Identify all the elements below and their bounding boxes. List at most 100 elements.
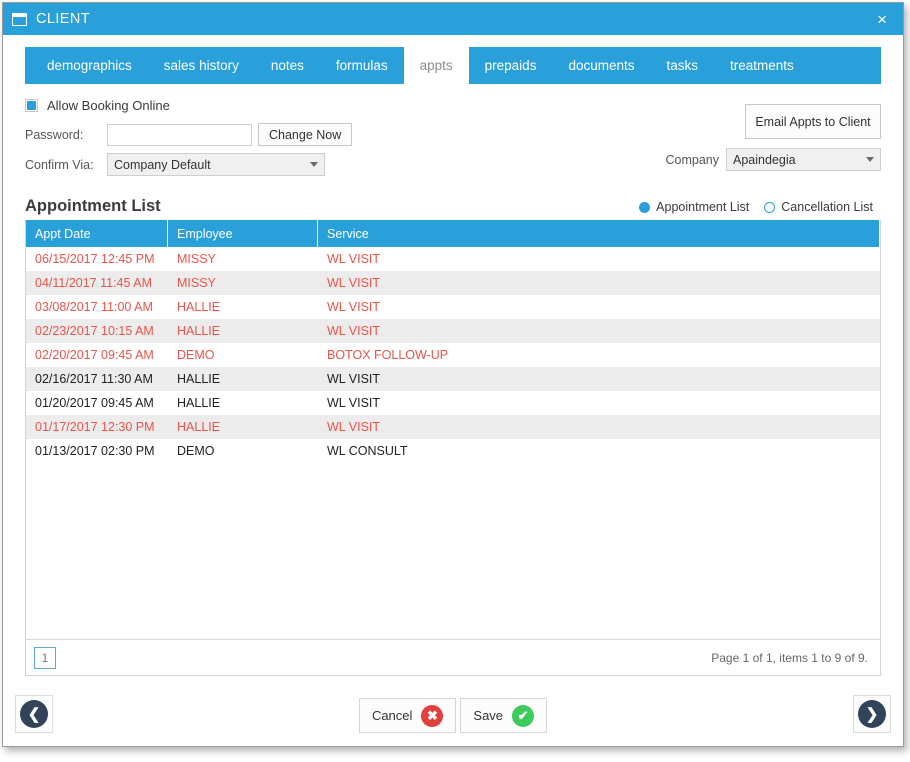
tab-strip: demographics sales history notes formula… bbox=[25, 47, 881, 84]
password-label: Password: bbox=[25, 127, 84, 142]
client-dialog-window: CLIENT × demographics sales history note… bbox=[2, 2, 904, 747]
tab-notes[interactable]: notes bbox=[255, 47, 320, 84]
footer-action-buttons: Cancel ✖ Save ✔ bbox=[3, 698, 903, 733]
table-cell: WL VISIT bbox=[327, 372, 381, 386]
window-icon bbox=[12, 12, 27, 26]
confirm-via-select[interactable]: Company Default bbox=[107, 153, 325, 176]
company-row: Company Apaindegia bbox=[665, 148, 881, 171]
table-cell: WL VISIT bbox=[327, 300, 381, 314]
company-label: Company bbox=[665, 152, 720, 167]
tab-documents[interactable]: documents bbox=[552, 47, 650, 84]
table-row[interactable]: 01/17/2017 12:30 PM HALLIE WL VISIT bbox=[26, 415, 880, 439]
settings-form-right: Email Appts to Client Company Apaindegia bbox=[665, 98, 881, 183]
table-cell: WL VISIT bbox=[327, 324, 381, 338]
allow-booking-row: Allow Booking Online bbox=[25, 98, 445, 113]
settings-form-left: Allow Booking Online Password: Change No… bbox=[25, 98, 445, 183]
table-row[interactable]: 01/13/2017 02:30 PM DEMO WL CONSULT bbox=[26, 439, 880, 463]
table-cell: 06/15/2017 12:45 PM bbox=[35, 252, 155, 266]
chevron-down-icon bbox=[310, 162, 318, 167]
grid-pager: 1 Page 1 of 1, items 1 to 9 of 9. bbox=[26, 639, 880, 675]
allow-booking-checkbox[interactable] bbox=[25, 99, 38, 112]
table-cell: 03/08/2017 11:00 AM bbox=[35, 300, 153, 314]
window-title: CLIENT bbox=[36, 11, 90, 27]
page-number-button[interactable]: 1 bbox=[34, 646, 56, 669]
save-check-icon: ✔ bbox=[512, 704, 535, 727]
dialog-footer: ❮ Cancel ✖ Save ✔ ❯ bbox=[3, 684, 903, 746]
cancel-x-icon: ✖ bbox=[421, 704, 444, 727]
save-button[interactable]: Save ✔ bbox=[460, 698, 548, 733]
table-cell: 04/11/2017 11:45 AM bbox=[35, 276, 152, 290]
cancel-button-label: Cancel bbox=[371, 708, 413, 723]
table-cell: HALLIE bbox=[177, 324, 221, 338]
table-cell: HALLIE bbox=[177, 396, 221, 410]
table-row[interactable]: 02/20/2017 09:45 AM DEMO BOTOX FOLLOW-UP bbox=[26, 343, 880, 367]
table-cell: 01/17/2017 12:30 PM bbox=[35, 420, 155, 434]
table-cell: 02/23/2017 10:15 AM bbox=[35, 324, 154, 338]
confirm-via-label: Confirm Via: bbox=[25, 157, 94, 172]
table-row[interactable]: 06/15/2017 12:45 PM MISSY WL VISIT bbox=[26, 247, 880, 271]
tab-tasks[interactable]: tasks bbox=[651, 47, 715, 84]
table-cell: DEMO bbox=[177, 348, 215, 362]
table-cell: WL VISIT bbox=[327, 252, 381, 266]
company-value: Apaindegia bbox=[733, 152, 796, 167]
checkbox-fill-icon bbox=[27, 101, 36, 110]
radio-cancellation-list-label: Cancellation List bbox=[781, 200, 873, 214]
company-select[interactable]: Apaindegia bbox=[726, 148, 881, 171]
tab-formulas[interactable]: formulas bbox=[320, 47, 404, 84]
table-cell: 02/16/2017 11:30 AM bbox=[35, 372, 153, 386]
table-cell: WL VISIT bbox=[327, 396, 381, 410]
next-record-button[interactable]: ❯ bbox=[853, 695, 891, 733]
table-cell: HALLIE bbox=[177, 300, 221, 314]
confirm-via-value: Company Default bbox=[114, 157, 211, 172]
chevron-right-icon: ❯ bbox=[858, 700, 886, 728]
table-cell: WL VISIT bbox=[327, 276, 381, 290]
table-cell: HALLIE bbox=[177, 420, 221, 434]
column-header-service[interactable]: Service bbox=[318, 220, 880, 247]
confirm-via-row: Confirm Via: Company Default bbox=[25, 153, 445, 176]
chevron-down-icon bbox=[866, 157, 874, 162]
tab-demographics[interactable]: demographics bbox=[31, 47, 148, 84]
column-header-employee[interactable]: Employee bbox=[168, 220, 318, 247]
radio-appointment-list[interactable]: Appointment List bbox=[639, 200, 757, 214]
table-cell: HALLIE bbox=[177, 372, 221, 386]
tab-sales-history[interactable]: sales history bbox=[148, 47, 255, 84]
radio-cancellation-list[interactable]: Cancellation List bbox=[764, 200, 881, 214]
allow-booking-label: Allow Booking Online bbox=[47, 98, 170, 113]
appts-panel: Allow Booking Online Password: Change No… bbox=[3, 84, 903, 684]
email-appts-button[interactable]: Email Appts to Client bbox=[745, 104, 881, 139]
column-header-appt-date[interactable]: Appt Date bbox=[26, 220, 168, 247]
grid-body: 06/15/2017 12:45 PM MISSY WL VISIT 04/11/20… bbox=[26, 247, 880, 639]
tab-appts[interactable]: appts bbox=[403, 47, 469, 84]
change-now-button[interactable]: Change Now bbox=[258, 123, 353, 146]
table-cell: BOTOX FOLLOW-UP bbox=[327, 348, 449, 362]
table-cell: 02/20/2017 09:45 AM bbox=[35, 348, 154, 362]
table-row[interactable]: 02/16/2017 11:30 AM HALLIE WL VISIT bbox=[26, 367, 880, 391]
tab-strip-container: demographics sales history notes formula… bbox=[3, 35, 903, 84]
table-cell: DEMO bbox=[177, 444, 215, 458]
cancel-button[interactable]: Cancel ✖ bbox=[358, 698, 457, 733]
radio-selected-icon bbox=[639, 201, 651, 213]
title-bar: CLIENT × bbox=[3, 3, 903, 35]
settings-form: Allow Booking Online Password: Change No… bbox=[25, 84, 881, 183]
radio-unselected-icon bbox=[764, 201, 776, 213]
table-cell: WL VISIT bbox=[327, 420, 381, 434]
password-input[interactable] bbox=[107, 123, 252, 146]
radio-appointment-list-label: Appointment List bbox=[656, 200, 750, 214]
tab-treatments[interactable]: treatments bbox=[714, 47, 810, 84]
table-cell: 01/20/2017 09:45 AM bbox=[35, 396, 154, 410]
close-icon[interactable]: × bbox=[871, 9, 893, 30]
save-button-label: Save bbox=[473, 708, 504, 723]
table-cell: WL CONSULT bbox=[327, 444, 408, 458]
table-row[interactable]: 04/11/2017 11:45 AM MISSY WL VISIT bbox=[26, 271, 880, 295]
page-title: Appointment List bbox=[25, 197, 161, 215]
table-row[interactable]: 02/23/2017 10:15 AM HALLIE WL VISIT bbox=[26, 319, 880, 343]
table-row[interactable]: 03/08/2017 11:00 AM HALLIE WL VISIT bbox=[26, 295, 880, 319]
table-cell: 01/13/2017 02:30 PM bbox=[35, 444, 155, 458]
tab-prepaids[interactable]: prepaids bbox=[469, 47, 553, 84]
grid-header-row: Appt Date Employee Service bbox=[26, 220, 880, 247]
password-row: Password: Change Now bbox=[25, 123, 445, 146]
list-header-bar: Appointment List Appointment List Cancel… bbox=[25, 197, 881, 220]
table-row[interactable]: 01/20/2017 09:45 AM HALLIE WL VISIT bbox=[26, 391, 880, 415]
list-mode-radio-group: Appointment List Cancellation List bbox=[639, 200, 881, 216]
appointments-grid: Appt Date Employee Service 06/15/2017 12… bbox=[25, 220, 881, 676]
